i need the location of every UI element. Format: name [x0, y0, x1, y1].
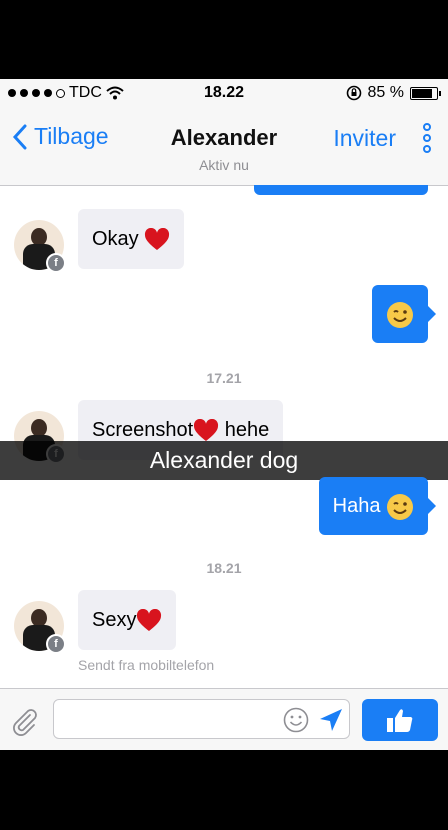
- incoming-message[interactable]: Sexy: [78, 590, 177, 650]
- send-location-icon[interactable]: [318, 707, 344, 733]
- messenger-screen: TDC 18.22 85 % Tilbage Alexander Aktiv n…: [0, 79, 448, 750]
- heart-emoji-icon: [194, 418, 219, 441]
- facebook-badge-icon: f: [46, 634, 66, 654]
- caption-overlay: Alexander dog: [0, 441, 448, 480]
- paperclip-icon[interactable]: [10, 707, 40, 737]
- heart-emoji-icon: [145, 227, 170, 250]
- winking-face-emoji-icon: [387, 493, 413, 520]
- outgoing-message[interactable]: Haha: [318, 477, 437, 535]
- smiley-icon[interactable]: [283, 707, 309, 733]
- rotation-lock-icon: [346, 85, 361, 101]
- status-bar: TDC 18.22 85 %: [0, 79, 448, 107]
- message-text-after: hehe: [224, 419, 270, 441]
- battery-percent: 85 %: [367, 84, 404, 101]
- facebook-badge-icon: f: [46, 253, 66, 273]
- message-text: Haha: [332, 495, 381, 517]
- timestamp: 17.21: [206, 370, 242, 386]
- compose-bar: [0, 688, 448, 750]
- nav-bar: Tilbage Alexander Aktiv nu Inviter: [0, 107, 448, 186]
- heart-emoji-icon: [137, 608, 162, 631]
- message-text: Okay: [92, 228, 139, 250]
- like-button[interactable]: [362, 699, 438, 741]
- message-text: Sexy: [92, 609, 137, 631]
- partial-outgoing-bubble: [254, 185, 428, 195]
- battery-fill: [412, 88, 433, 98]
- battery-icon: [410, 86, 441, 100]
- more-options-icon[interactable]: [420, 123, 434, 157]
- invite-button[interactable]: Inviter: [333, 125, 396, 152]
- winking-face-emoji-icon: [387, 301, 413, 328]
- message-text: Screenshot: [92, 419, 194, 441]
- active-status: Aktiv nu: [199, 157, 249, 173]
- timestamp: 18.21: [206, 560, 242, 576]
- thumbs-up-icon: [387, 709, 413, 732]
- incoming-message[interactable]: Okay: [78, 209, 185, 269]
- battery-area: 85 %: [346, 84, 441, 102]
- sent-from-mobile-note: Sendt fra mobiltelefon: [78, 657, 215, 673]
- outgoing-message[interactable]: [372, 285, 436, 343]
